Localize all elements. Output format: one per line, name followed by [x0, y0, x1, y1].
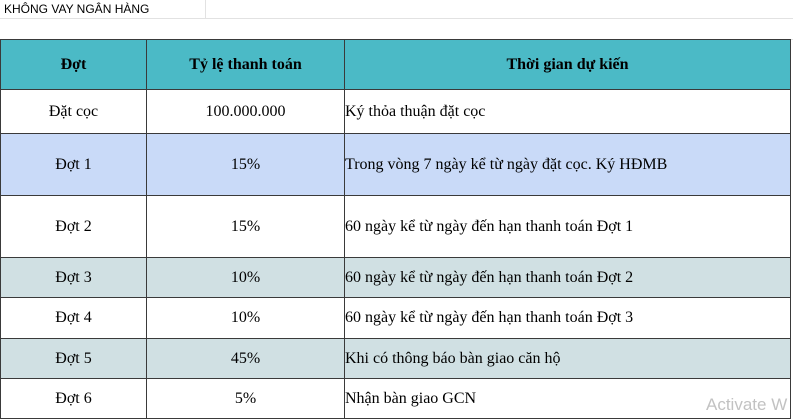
cell-expected-time[interactable]: 60 ngày kể từ ngày đến hạn thanh toán Đợ…: [344, 257, 791, 298]
cell-expected-time[interactable]: 60 ngày kể từ ngày đến hạn thanh toán Đợ…: [344, 195, 791, 258]
table-row: Đặt cọc 100.000.000 Ký thỏa thuận đặt cọ…: [0, 89, 791, 134]
table-row: Đợt 1 15% Trong vòng 7 ngày kể từ ngày đ…: [0, 133, 791, 196]
empty-spreadsheet-row[interactable]: [0, 19, 793, 40]
cell-payment-rate[interactable]: 5%: [146, 378, 345, 419]
cell-payment-rate[interactable]: 15%: [146, 133, 345, 196]
cell-installment[interactable]: Đợt 4: [0, 297, 147, 339]
cell-installment[interactable]: Đặt cọc: [0, 89, 147, 134]
table-row: Đợt 5 45% Khi có thông báo bàn giao căn …: [0, 338, 791, 379]
header-installment[interactable]: Đợt: [0, 39, 147, 90]
header-payment-rate[interactable]: Tỷ lệ thanh toán: [146, 39, 345, 90]
cell-payment-rate[interactable]: 45%: [146, 338, 345, 379]
cell-installment[interactable]: Đợt 5: [0, 338, 147, 379]
header-expected-time[interactable]: Thời gian dự kiến: [344, 39, 791, 90]
cell-expected-time[interactable]: Ký thỏa thuận đặt cọc: [344, 89, 791, 134]
sheet-title-row: KHÔNG VAY NGÂN HÀNG: [0, 0, 793, 19]
cell-expected-time[interactable]: 60 ngày kể từ ngày đến hạn thanh toán Đợ…: [344, 297, 791, 339]
cell-installment[interactable]: Đợt 2: [0, 195, 147, 258]
table-row: Đợt 6 5% Nhận bàn giao GCN: [0, 378, 791, 419]
table-row: Đợt 4 10% 60 ngày kể từ ngày đến hạn tha…: [0, 297, 791, 339]
payment-schedule-table: Đợt Tỷ lệ thanh toán Thời gian dự kiến Đ…: [0, 39, 791, 419]
table-row: Đợt 3 10% 60 ngày kể từ ngày đến hạn tha…: [0, 257, 791, 298]
table-row: Đợt 2 15% 60 ngày kể từ ngày đến hạn tha…: [0, 195, 791, 258]
cell-payment-rate[interactable]: 10%: [146, 257, 345, 298]
cell-expected-time[interactable]: Trong vòng 7 ngày kể từ ngày đặt cọc. Ký…: [344, 133, 791, 196]
cell-installment[interactable]: Đợt 6: [0, 378, 147, 419]
cell-payment-rate[interactable]: 10%: [146, 297, 345, 339]
sheet-title[interactable]: KHÔNG VAY NGÂN HÀNG: [0, 0, 206, 19]
table-header-row: Đợt Tỷ lệ thanh toán Thời gian dự kiến: [0, 39, 791, 90]
cell-payment-rate[interactable]: 15%: [146, 195, 345, 258]
cell-installment[interactable]: Đợt 3: [0, 257, 147, 298]
cell-payment-rate[interactable]: 100.000.000: [146, 89, 345, 134]
cell-installment[interactable]: Đợt 1: [0, 133, 147, 196]
activate-windows-watermark: Activate W: [706, 395, 788, 414]
cell-expected-time[interactable]: Khi có thông báo bàn giao căn hộ: [344, 338, 791, 379]
